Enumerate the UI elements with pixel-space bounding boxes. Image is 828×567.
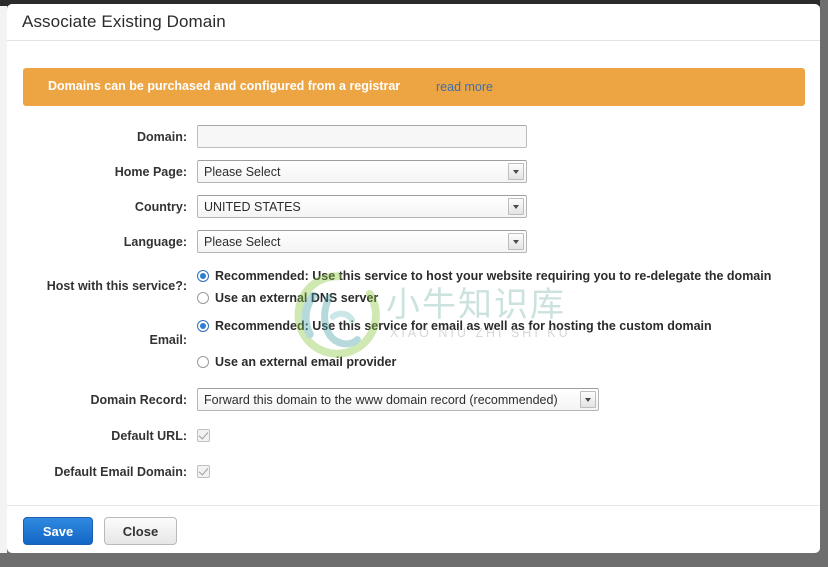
default-email-domain-checkbox[interactable]	[197, 465, 210, 478]
host-option-external-dns[interactable]: Use an external DNS server	[197, 288, 820, 308]
host-option-recommended[interactable]: Recommended: Use this service to host yo…	[197, 266, 820, 286]
row-domain: Domain:	[7, 125, 820, 149]
page-background-left	[0, 6, 7, 553]
radio-email-external-provider[interactable]	[197, 356, 209, 368]
language-selected-value: Please Select	[204, 235, 281, 249]
dialog-header: Associate Existing Domain	[7, 4, 820, 41]
save-button[interactable]: Save	[23, 517, 93, 545]
email-option-external-provider-label: Use an external email provider	[215, 355, 397, 369]
email-option-recommended-label: Recommended: Use this service for email …	[215, 319, 712, 333]
radio-host-external-dns[interactable]	[197, 292, 209, 304]
dialog-body: Domains can be purchased and configured …	[7, 41, 820, 504]
email-options: Recommended: Use this service for email …	[197, 316, 820, 374]
host-option-external-dns-label: Use an external DNS server	[215, 291, 379, 305]
home-page-label: Home Page:	[114, 165, 187, 179]
host-option-recommended-label: Recommended: Use this service to host yo…	[215, 269, 772, 283]
chevron-down-icon[interactable]	[508, 198, 524, 215]
domain-input[interactable]	[197, 125, 527, 148]
row-country: Country: UNITED STATES	[7, 195, 820, 219]
row-home-page: Home Page: Please Select	[7, 160, 820, 184]
domain-form: Domain: Home Page: Please Select Country…	[7, 125, 820, 496]
row-email: Email: Recommended: Use this service for…	[7, 316, 820, 374]
email-label: Email:	[149, 333, 187, 347]
country-field-wrap: UNITED STATES	[197, 195, 820, 218]
domain-field-wrap	[197, 125, 820, 148]
home-page-select[interactable]: Please Select	[197, 160, 527, 183]
default-url-field-wrap	[197, 424, 820, 442]
host-with-service-label: Host with this service?:	[46, 279, 187, 293]
language-field-wrap: Please Select	[197, 230, 820, 253]
chevron-down-icon[interactable]	[580, 391, 596, 408]
radio-email-recommended[interactable]	[197, 320, 209, 332]
domain-record-select[interactable]: Forward this domain to the www domain re…	[197, 388, 599, 411]
country-label: Country:	[134, 200, 187, 214]
row-default-url: Default URL:	[7, 424, 820, 448]
row-default-email-domain: Default Email Domain:	[7, 460, 820, 484]
page-background-bottom	[0, 553, 828, 567]
domain-record-field-wrap: Forward this domain to the www domain re…	[197, 388, 820, 411]
default-email-domain-field-wrap	[197, 460, 820, 478]
country-select[interactable]: UNITED STATES	[197, 195, 527, 218]
default-url-checkbox[interactable]	[197, 429, 210, 442]
default-email-domain-label: Default Email Domain:	[54, 465, 187, 479]
domain-record-label: Domain Record:	[90, 393, 187, 407]
domain-record-selected-value: Forward this domain to the www domain re…	[204, 393, 558, 407]
page-background-right	[820, 0, 828, 567]
page-root: Associate Existing Domain Domains can be…	[0, 0, 828, 567]
email-option-external-provider[interactable]: Use an external email provider	[197, 352, 820, 372]
radio-host-recommended[interactable]	[197, 270, 209, 282]
email-option-recommended[interactable]: Recommended: Use this service for email …	[197, 316, 820, 336]
read-more-link[interactable]: read more	[436, 80, 493, 94]
chevron-down-icon[interactable]	[508, 163, 524, 180]
country-selected-value: UNITED STATES	[204, 200, 301, 214]
dialog-title: Associate Existing Domain	[22, 12, 226, 31]
associate-domain-dialog: Associate Existing Domain Domains can be…	[7, 4, 820, 553]
info-banner-message: Domains can be purchased and configured …	[48, 79, 401, 93]
dialog-footer: Save Close	[7, 505, 820, 553]
chevron-down-icon[interactable]	[508, 233, 524, 250]
home-page-selected-value: Please Select	[204, 165, 281, 179]
row-domain-record: Domain Record: Forward this domain to th…	[7, 388, 820, 412]
language-label: Language:	[123, 235, 187, 249]
default-url-label: Default URL:	[111, 429, 187, 443]
row-language: Language: Please Select	[7, 230, 820, 254]
row-host-with-service: Host with this service?: Recommended: Us…	[7, 266, 820, 310]
close-button[interactable]: Close	[104, 517, 177, 545]
domain-label: Domain:	[137, 130, 187, 144]
info-banner: Domains can be purchased and configured …	[23, 68, 805, 106]
host-with-service-options: Recommended: Use this service to host yo…	[197, 266, 820, 310]
home-page-field-wrap: Please Select	[197, 160, 820, 183]
language-select[interactable]: Please Select	[197, 230, 527, 253]
